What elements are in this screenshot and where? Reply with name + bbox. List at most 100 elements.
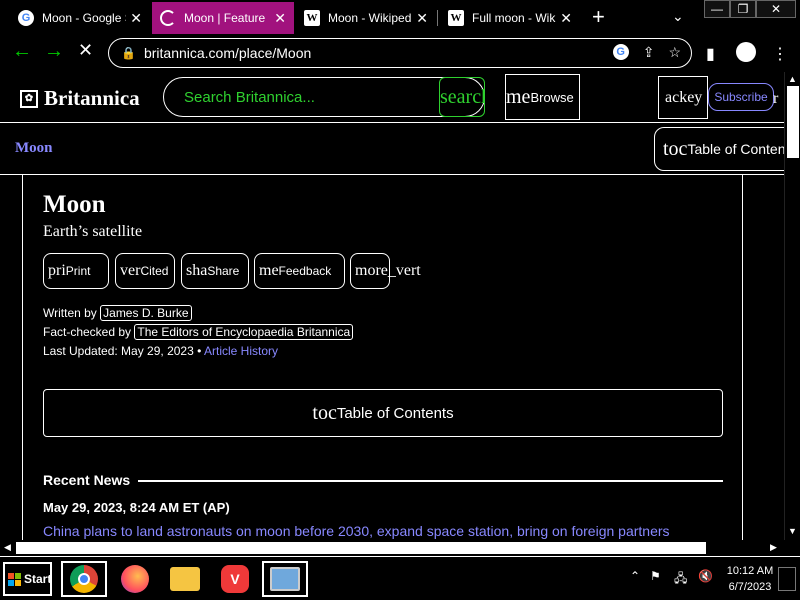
scroll-left-icon[interactable]: ◀ — [4, 542, 11, 553]
share-label: Share — [207, 264, 240, 278]
more-options-button[interactable]: more_vert — [350, 253, 421, 289]
last-updated-line: Last Updated: May 29, 2023 • Article His… — [43, 344, 278, 358]
chrome-icon — [70, 565, 98, 593]
tab-wikipedia-full-moon[interactable]: W Full moon - Wiki ✕ — [440, 2, 580, 34]
fact-check-line: Fact-checked by The Editors of Encyclopa… — [43, 324, 354, 340]
news-headline-link[interactable]: China plans to land astronauts on moon b… — [43, 523, 670, 539]
system-clock[interactable]: 10:12 AM 6/7/2023 — [722, 563, 778, 595]
tab-title: Moon - Google S — [42, 11, 127, 25]
more-vert-icon: more_vert — [355, 262, 421, 279]
share-icon[interactable]: ⇪ — [643, 44, 655, 61]
fact-checked-label: Fact-checked by — [43, 325, 132, 339]
close-icon[interactable]: ✕ — [416, 10, 428, 27]
feedback-label: Feedback — [278, 264, 332, 278]
print-icon: pri — [48, 262, 66, 279]
start-label: Start — [24, 572, 52, 586]
toc-label: Table of Contents — [687, 141, 784, 157]
close-window-icon[interactable]: ✕ — [756, 0, 796, 18]
monitor-icon — [270, 567, 300, 591]
scroll-thumb[interactable] — [16, 542, 706, 554]
cite-button[interactable]: ver Cited — [115, 253, 175, 289]
close-icon[interactable]: ✕ — [560, 10, 572, 27]
taskbar-file-explorer[interactable] — [162, 561, 208, 597]
last-updated-text: Last Updated: May 29, 2023 • — [43, 344, 202, 358]
google-icon: G — [18, 10, 34, 26]
tab-title: Full moon - Wiki — [472, 11, 557, 25]
clock-date: 6/7/2023 — [728, 581, 772, 593]
horizontal-scrollbar[interactable]: ◀ ▶ — [0, 540, 800, 556]
volume-muted-icon[interactable]: 🔇 — [698, 569, 713, 583]
scroll-up-icon[interactable]: ▲ — [788, 74, 797, 84]
wikipedia-icon: W — [304, 10, 320, 26]
restore-icon[interactable]: ❐ — [730, 0, 756, 18]
url-text: britannica.com/place/Moon — [143, 45, 312, 61]
tab-search-chevron-icon[interactable]: ⌄ — [672, 8, 684, 25]
new-tab-button[interactable]: + — [592, 4, 605, 30]
toc-icon: toc — [663, 137, 688, 160]
subscribe-button[interactable]: Subscribe — [708, 83, 774, 111]
author-link[interactable]: James D. Burke — [100, 305, 192, 321]
close-icon[interactable]: ✕ — [274, 10, 286, 27]
show-desktop-button[interactable] — [778, 567, 796, 591]
britannica-logo[interactable]: ✿ Britannica — [20, 86, 140, 111]
britannica-thistle-icon: ✿ — [20, 89, 38, 108]
taskbar-chrome[interactable] — [61, 561, 107, 597]
browse-button[interactable]: me Browse — [505, 74, 580, 120]
taskbar-vivaldi[interactable]: V — [212, 561, 258, 597]
menu-kebab-icon[interactable]: ⋮ — [772, 44, 788, 64]
tab-title: Moon | Feature — [184, 11, 266, 25]
windows-logo-icon — [8, 572, 21, 586]
tab-wikipedia-moon[interactable]: W Moon - Wikiped ✕ — [296, 2, 436, 34]
login-button[interactable]: ac key — [658, 76, 708, 119]
flag-warning-icon[interactable]: ⚑ — [650, 569, 661, 583]
tab-title: Moon - Wikiped — [328, 11, 412, 25]
network-icon[interactable]: 🖧 — [674, 569, 687, 590]
profile-avatar-icon[interactable] — [736, 42, 756, 62]
article-subtitle: Earth’s satellite — [43, 223, 143, 240]
share-button[interactable]: sha Share — [181, 253, 249, 289]
taskbar: Start V ⌃ ⚑ 🖧 🔇 10:12 AM 6/7/2023 — [0, 556, 800, 600]
article-title: Moon — [43, 191, 106, 218]
account-icon: ac — [665, 88, 680, 106]
verified-icon: ver — [120, 262, 141, 279]
vertical-scrollbar[interactable]: ▲ ▼ — [784, 72, 800, 540]
wikipedia-icon: W — [448, 10, 464, 26]
toc-icon: toc — [312, 401, 337, 424]
taskbar-firefox[interactable] — [112, 561, 158, 597]
feedback-icon: me — [259, 262, 279, 279]
feedback-button[interactable]: me Feedback — [254, 253, 345, 289]
table-of-contents-button[interactable]: toc Table of Contents — [654, 127, 784, 171]
bookmark-star-icon[interactable]: ☆ — [668, 44, 681, 61]
recent-news-heading: Recent News — [43, 472, 131, 488]
taskbar-remote-desktop[interactable] — [262, 561, 308, 597]
browse-label: Browse — [530, 89, 574, 105]
search-button[interactable]: search — [439, 77, 485, 117]
article-body: Moon Earth’s satellite pri Print ver Cit… — [22, 175, 743, 540]
scroll-thumb[interactable] — [787, 86, 799, 158]
scroll-right-icon[interactable]: ▶ — [770, 542, 777, 553]
tab-separator — [437, 10, 438, 26]
tab-google-search[interactable]: G Moon - Google S ✕ — [10, 2, 150, 34]
subnav-title[interactable]: Moon — [15, 140, 53, 157]
side-panel-icon[interactable]: ▮ — [706, 44, 715, 64]
header-overflow-text: r — [773, 90, 779, 107]
forward-arrow-icon[interactable]: → — [44, 40, 64, 63]
minimize-icon[interactable]: — — [704, 0, 730, 18]
web-page: ✿ Britannica Search Britannica... search… — [0, 72, 784, 540]
share-icon: sha — [186, 262, 208, 279]
scroll-down-icon[interactable]: ▼ — [788, 526, 797, 536]
close-icon[interactable]: ✕ — [130, 10, 142, 27]
stop-loading-icon[interactable]: ✕ — [78, 40, 93, 61]
google-lens-icon[interactable]: G — [612, 44, 629, 60]
article-toc-button[interactable]: toc Table of Contents — [43, 389, 723, 437]
start-button[interactable]: Start — [3, 562, 52, 596]
tab-britannica[interactable]: Moon | Feature ✕ — [152, 2, 294, 34]
article-history-link[interactable]: Article History — [204, 344, 278, 358]
tray-expand-icon[interactable]: ⌃ — [630, 569, 640, 583]
news-date: May 29, 2023, 8:24 AM ET (AP) — [43, 500, 230, 515]
url-bar[interactable]: 🔒 britannica.com/place/Moon G ⇪ ☆ — [108, 38, 692, 68]
fact-checker-link[interactable]: The Editors of Encyclopaedia Britannica — [134, 324, 354, 340]
print-button[interactable]: pri Print — [43, 253, 109, 289]
back-arrow-icon[interactable]: ← — [12, 40, 32, 63]
search-input[interactable]: Search Britannica... — [163, 77, 485, 117]
